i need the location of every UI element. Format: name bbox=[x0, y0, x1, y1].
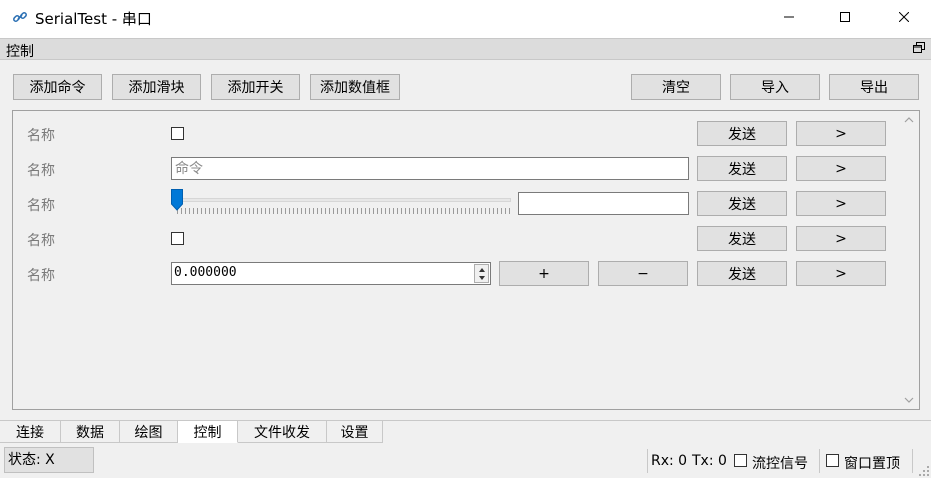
dock-title: 控制 bbox=[6, 44, 34, 60]
status-separator bbox=[647, 449, 648, 473]
row-name-label: 名称 bbox=[27, 268, 55, 284]
add-numeric-button[interactable]: 添加数值框 bbox=[310, 74, 400, 100]
close-icon bbox=[899, 12, 909, 22]
spin-up-icon[interactable] bbox=[478, 267, 486, 273]
send-button[interactable]: 发送 bbox=[697, 226, 787, 251]
value-slider[interactable] bbox=[171, 188, 511, 218]
send-button[interactable]: 发送 bbox=[697, 121, 787, 146]
export-button[interactable]: 导出 bbox=[829, 74, 919, 100]
tab-data[interactable]: 数据 bbox=[61, 421, 120, 443]
slider-ticks bbox=[177, 208, 511, 214]
control-panel bbox=[12, 110, 920, 410]
flow-control-checkbox[interactable] bbox=[734, 454, 747, 467]
always-on-top-checkbox[interactable] bbox=[826, 454, 839, 467]
link-icon bbox=[13, 12, 27, 22]
scroll-up-icon[interactable] bbox=[903, 114, 915, 126]
vertical-scrollbar[interactable] bbox=[899, 111, 919, 409]
more-button[interactable]: > bbox=[796, 121, 886, 146]
slider-groove bbox=[175, 198, 511, 202]
connection-state-label: 状态: X bbox=[4, 447, 94, 473]
add-switch-button[interactable]: 添加开关 bbox=[211, 74, 300, 100]
flow-control-label: 流控信号 bbox=[752, 456, 808, 472]
more-button[interactable]: > bbox=[796, 261, 886, 286]
minimize-button[interactable] bbox=[766, 0, 812, 34]
import-button[interactable]: 导入 bbox=[730, 74, 820, 100]
slider-handle[interactable] bbox=[171, 189, 183, 211]
dock-header: 控制 bbox=[0, 38, 931, 60]
decrement-button[interactable]: − bbox=[598, 261, 688, 286]
numeric-spinbox[interactable]: 0.000000 bbox=[171, 262, 491, 285]
add-slider-button[interactable]: 添加滑块 bbox=[112, 74, 201, 100]
status-bar: 状态: X Rx: 0 Tx: 0 流控信号 窗口置顶 bbox=[0, 443, 931, 478]
tx-count: Tx: 0 bbox=[692, 453, 727, 469]
resize-grip-icon[interactable] bbox=[919, 466, 929, 476]
spinbox-value: 0.000000 bbox=[174, 265, 237, 280]
close-button[interactable] bbox=[881, 0, 927, 34]
clear-button[interactable]: 清空 bbox=[631, 74, 721, 100]
row-name-label: 名称 bbox=[27, 163, 55, 179]
add-command-button[interactable]: 添加命令 bbox=[13, 74, 102, 100]
maximize-icon bbox=[840, 12, 850, 22]
tab-plot[interactable]: 绘图 bbox=[120, 421, 178, 443]
send-button[interactable]: 发送 bbox=[697, 156, 787, 181]
title-bar[interactable]: SerialTest - 串口 bbox=[0, 0, 931, 36]
status-separator bbox=[912, 449, 913, 473]
row-checkbox[interactable] bbox=[171, 127, 184, 140]
spin-down-icon[interactable] bbox=[478, 275, 486, 281]
always-on-top-label: 窗口置顶 bbox=[844, 456, 900, 472]
window-title: SerialTest - 串口 bbox=[35, 10, 152, 28]
send-button[interactable]: 发送 bbox=[697, 191, 787, 216]
increment-button[interactable]: + bbox=[499, 261, 589, 286]
spin-arrows[interactable] bbox=[474, 264, 489, 283]
row-name-label: 名称 bbox=[27, 233, 55, 249]
status-separator bbox=[819, 449, 820, 473]
float-icon[interactable] bbox=[913, 42, 925, 54]
tab-control[interactable]: 控制 bbox=[178, 421, 238, 443]
tab-file-transfer[interactable]: 文件收发 bbox=[238, 421, 327, 443]
tab-connect[interactable]: 连接 bbox=[0, 421, 61, 443]
rx-count: Rx: 0 bbox=[651, 453, 688, 469]
more-button[interactable]: > bbox=[796, 226, 886, 251]
command-input[interactable] bbox=[171, 157, 689, 180]
bottom-tab-bar: 连接 数据 绘图 控制 文件收发 设置 bbox=[0, 420, 931, 443]
minimize-icon bbox=[784, 16, 794, 18]
row-name-label: 名称 bbox=[27, 198, 55, 214]
maximize-button[interactable] bbox=[822, 0, 868, 34]
more-button[interactable]: > bbox=[796, 191, 886, 216]
row-name-label: 名称 bbox=[27, 128, 55, 144]
send-button[interactable]: 发送 bbox=[697, 261, 787, 286]
slider-value-input[interactable] bbox=[518, 192, 689, 215]
scroll-down-icon[interactable] bbox=[903, 394, 915, 406]
tab-settings[interactable]: 设置 bbox=[327, 421, 383, 443]
row-checkbox[interactable] bbox=[171, 232, 184, 245]
more-button[interactable]: > bbox=[796, 156, 886, 181]
